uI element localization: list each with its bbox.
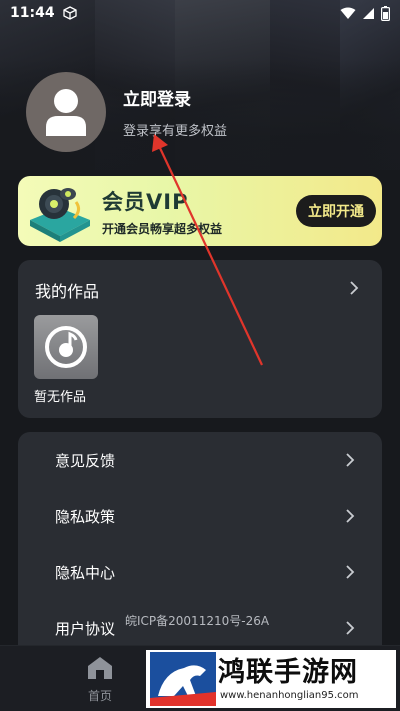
status-bar: 11:44 <box>0 0 400 26</box>
empty-works-thumbnail <box>34 315 98 379</box>
horse-logo-icon <box>150 652 216 706</box>
vip-banner[interactable]: 会员VIP 开通会员畅享超多权益 立即开通 <box>18 176 382 246</box>
chevron-right-icon <box>346 565 355 579</box>
chevron-right-icon <box>346 621 355 635</box>
list-item-privacy-policy[interactable]: 隐私政策 <box>18 488 382 544</box>
vip-open-button[interactable]: 立即开通 <box>296 195 376 227</box>
watermark-url: www.henanhonglian95.com <box>220 690 359 701</box>
user-silhouette-icon <box>46 89 86 136</box>
login-title[interactable]: 立即登录 <box>123 85 227 110</box>
list-item-label: 意见反馈 <box>55 452 116 470</box>
vip-text: 会员VIP 开通会员畅享超多权益 <box>102 186 222 237</box>
chevron-right-icon <box>346 509 355 523</box>
box-icon <box>62 6 77 20</box>
site-watermark: 鸿联手游网 www.henanhonglian95.com <box>146 650 396 708</box>
my-works-title[interactable]: 我的作品 <box>35 278 99 302</box>
profile-login[interactable]: 立即登录 登录享有更多权益 <box>26 72 227 152</box>
chevron-right-icon <box>346 453 355 467</box>
vip-subtitle: 开通会员畅享超多权益 <box>102 222 223 236</box>
vip-emblem-icon <box>30 188 90 242</box>
icp-record-text: 皖ICP备20011210号-26A <box>125 614 270 628</box>
list-item-privacy-center[interactable]: 隐私中心 <box>18 544 382 600</box>
music-disc-icon <box>45 326 87 368</box>
status-time: 11:44 <box>10 5 55 21</box>
avatar[interactable] <box>26 72 106 152</box>
battery-icon <box>381 5 390 21</box>
login-text-block[interactable]: 立即登录 登录享有更多权益 <box>123 85 227 139</box>
home-icon <box>88 657 112 679</box>
status-icons <box>340 5 390 21</box>
list-item-label: 隐私中心 <box>55 564 116 582</box>
signal-icon <box>363 7 374 19</box>
tab-home[interactable]: 首页 <box>80 656 120 704</box>
watermark-title: 鸿联手游网 <box>218 657 358 688</box>
tab-home-label: 首页 <box>87 689 112 703</box>
login-subtitle: 登录享有更多权益 <box>123 124 228 139</box>
list-item-label: 隐私政策 <box>55 508 116 526</box>
vip-title: 会员VIP <box>102 190 189 214</box>
chevron-right-icon[interactable] <box>349 280 359 296</box>
empty-works-label: 暂无作品 <box>34 390 87 405</box>
my-works-card: 我的作品 暂无作品 <box>18 260 382 418</box>
list-item-feedback[interactable]: 意见反馈 <box>18 432 382 488</box>
wifi-icon <box>340 7 356 19</box>
list-item-label: 用户协议 <box>55 620 116 638</box>
